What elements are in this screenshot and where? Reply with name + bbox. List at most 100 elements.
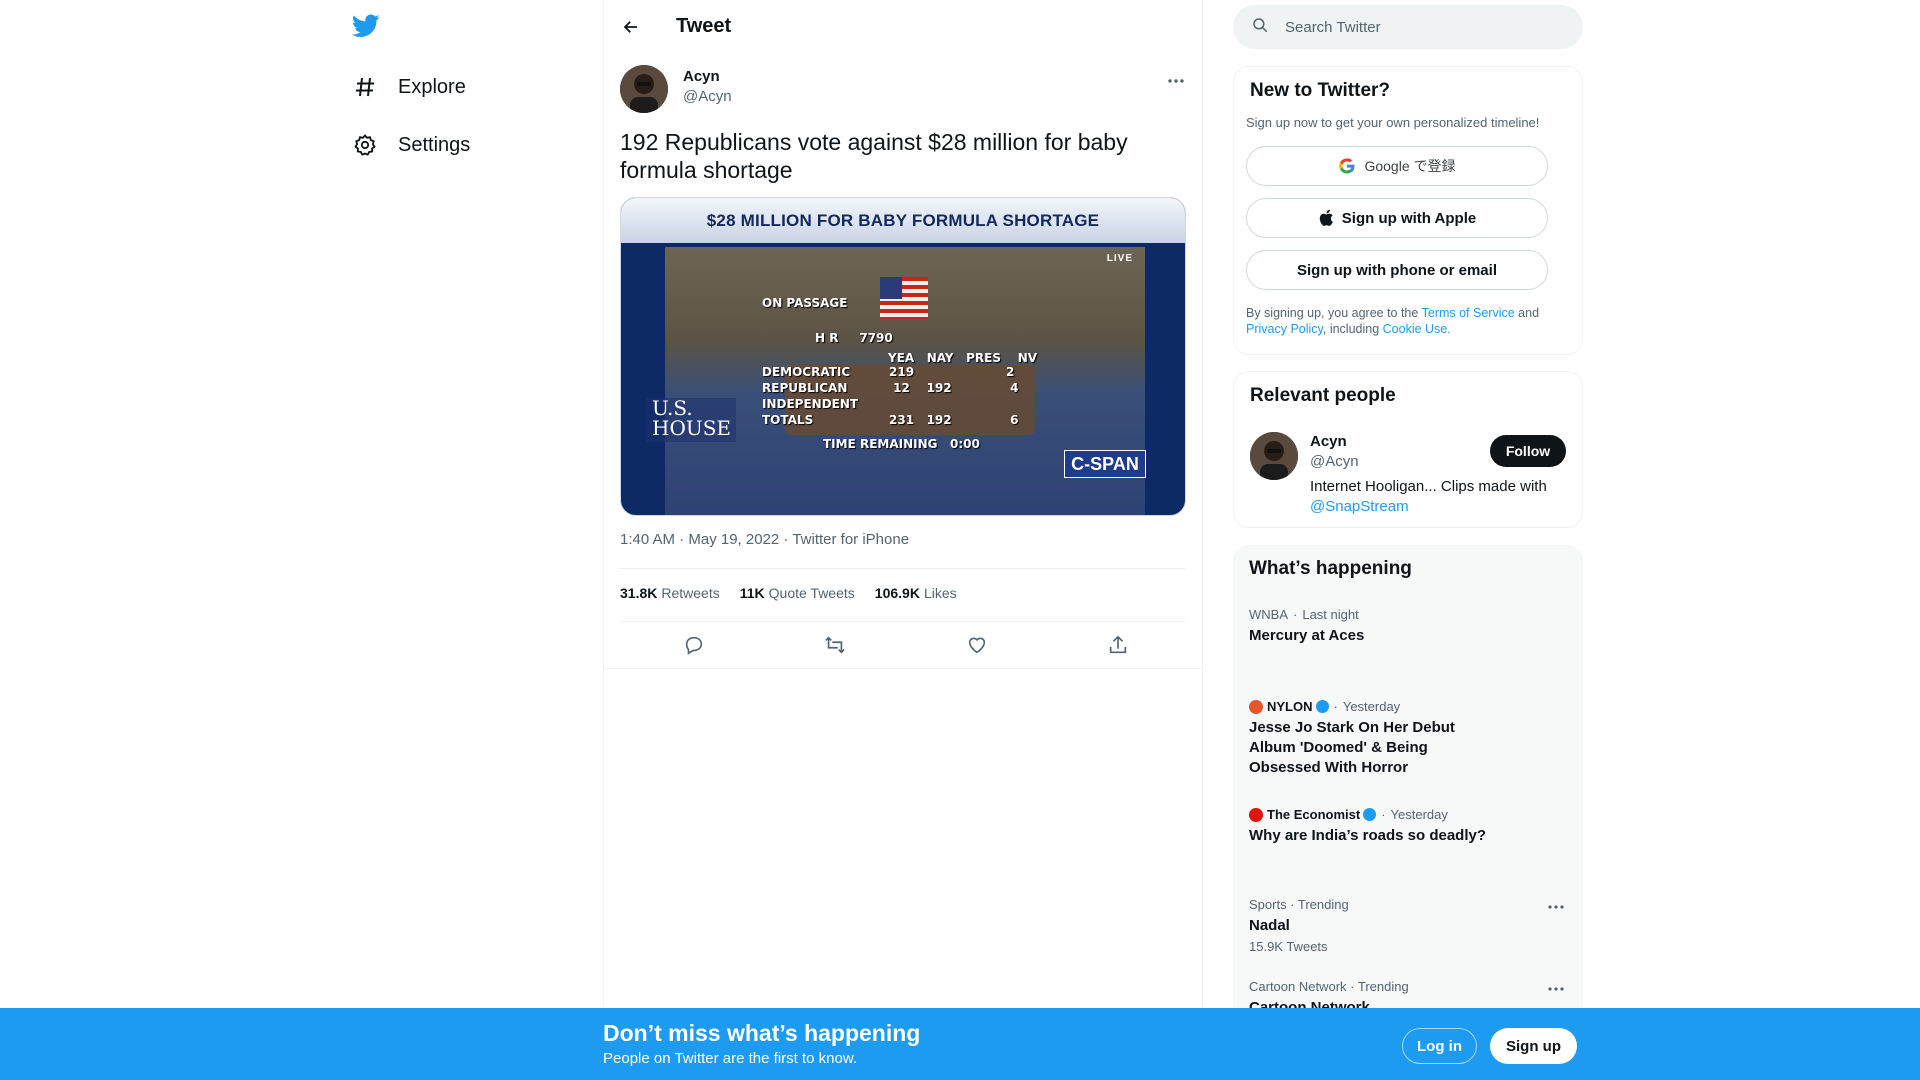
tweet-stats: 31.8K Retweets 11K Quote Tweets 106.9K Like…: [620, 585, 977, 601]
more-options-icon[interactable]: [1547, 979, 1565, 997]
trend-item[interactable]: The Economist · Yesterday Why are India’s …: [1249, 807, 1569, 846]
person-name[interactable]: Acyn: [1310, 433, 1347, 450]
google-signup-button[interactable]: Google で登録: [1246, 146, 1548, 186]
share-icon[interactable]: [1105, 632, 1131, 658]
trend-context: Sports · Trending: [1249, 897, 1349, 912]
nav-explore[interactable]: Explore: [352, 67, 466, 107]
tweet-media[interactable]: $28 MILLION FOR BABY FORMULA SHORTAGE LI…: [620, 197, 1186, 516]
row-values: 231 192 6: [889, 413, 1019, 427]
prompt-subtitle: People on Twitter are the first to know.: [603, 1050, 858, 1067]
google-icon: [1338, 157, 1356, 175]
twitter-logo-icon[interactable]: [351, 14, 382, 40]
more-options-icon[interactable]: [1547, 897, 1565, 915]
apple-icon: [1318, 209, 1334, 227]
reply-icon[interactable]: [681, 632, 707, 658]
trend-title: Nadal: [1249, 917, 1290, 934]
search-bar[interactable]: [1233, 5, 1583, 49]
bill-number: H R 7790: [815, 331, 893, 345]
cspan-logo: C-SPAN: [1064, 450, 1146, 478]
economist-logo-icon: [1249, 807, 1263, 822]
apple-signup-button[interactable]: Sign up with Apple: [1246, 198, 1548, 238]
card-title: What’s happening: [1249, 558, 1412, 579]
on-passage-label: ON PASSAGE: [762, 296, 848, 310]
search-icon: [1251, 16, 1269, 39]
verified-badge-icon: [1363, 808, 1377, 821]
author-handle[interactable]: @Acyn: [683, 88, 732, 105]
trend-time: Yesterday: [1342, 699, 1401, 714]
us-house-logo: U.S. HOUSE: [646, 398, 736, 442]
trend-meta: WNBA · Last night: [1249, 607, 1359, 622]
trend-item[interactable]: Sports · Trending Nadal 15.9K Tweets: [1249, 897, 1569, 954]
divider: [604, 668, 1202, 669]
google-button-label: Google で登録: [1364, 158, 1456, 174]
trend-item[interactable]: NYLON · Yesterday Jesse Jo Stark On Her De…: [1249, 699, 1569, 778]
terms-text: By signing up, you agree to the Terms of…: [1246, 305, 1556, 337]
trend-time: Last night: [1302, 607, 1359, 622]
trend-title: Mercury at Aces: [1249, 627, 1365, 644]
tweet-text: 192 Republicans vote against $28 million…: [620, 129, 1128, 183]
divider: [620, 621, 1186, 622]
trend-context: WNBA: [1249, 607, 1288, 622]
follow-button[interactable]: Follow: [1490, 435, 1566, 467]
tweet-column: Tweet Acyn @Acyn 192 Republicans vote ag…: [603, 0, 1203, 1080]
stat-quote-tweets[interactable]: 11K Quote Tweets: [740, 585, 855, 601]
privacy-policy-link[interactable]: Privacy Policy: [1246, 322, 1323, 336]
time-remaining: TIME REMAINING 0:00: [823, 437, 980, 451]
author-name[interactable]: Acyn: [683, 68, 720, 85]
new-to-twitter-card: New to Twitter? Sign up now to get your …: [1233, 66, 1583, 355]
stat-likes[interactable]: 106.9K Likes: [875, 585, 957, 601]
terms-pre: By signing up, you agree to the: [1246, 306, 1422, 320]
trend-meta: Cartoon Network · Trending: [1249, 979, 1569, 994]
nylon-logo-icon: [1249, 699, 1263, 714]
nav-settings-label: Settings: [398, 133, 471, 156]
trend-context: Cartoon Network · Trending: [1249, 979, 1409, 994]
cookie-use-link[interactable]: Cookie Use.: [1383, 322, 1451, 336]
row-label: REPUBLICAN: [762, 381, 848, 395]
person-handle[interactable]: @Acyn: [1310, 453, 1359, 470]
media-banner: $28 MILLION FOR BABY FORMULA SHORTAGE: [621, 198, 1185, 243]
retweet-icon[interactable]: [822, 632, 848, 658]
tweet-timestamp[interactable]: 1:40 AM · May 19, 2022 · Twitter for iPh…: [620, 531, 909, 548]
nav-settings[interactable]: Settings: [352, 125, 470, 165]
verified-badge-icon: [1315, 700, 1329, 713]
login-button[interactable]: Log in: [1402, 1028, 1477, 1064]
trend-time: Yesterday: [1390, 807, 1448, 822]
search-input[interactable]: [1285, 18, 1545, 36]
tweet-header: Tweet: [604, 0, 1202, 53]
hashtag-icon: [352, 74, 378, 100]
trend-tweet-count: 15.9K Tweets: [1249, 939, 1328, 954]
gear-icon: [352, 132, 378, 158]
row-label: TOTALS: [762, 413, 814, 427]
whats-happening-card: What’s happening WNBA · Last night Mercury…: [1233, 545, 1583, 1025]
relevant-people-card: Relevant people Acyn @Acyn Follow Intern…: [1233, 371, 1583, 528]
snapstream-link[interactable]: @SnapStream: [1310, 498, 1409, 515]
row-label: INDEPENDENT: [762, 397, 859, 411]
phone-button-label: Sign up with phone or email: [1296, 261, 1497, 279]
trend-title: Why are India’s roads so deadly?: [1249, 827, 1487, 844]
terms-of-service-link[interactable]: Terms of Service: [1422, 306, 1515, 320]
back-arrow-icon[interactable]: [620, 16, 642, 38]
vote-columns: YEA NAY PRES NV: [888, 351, 1038, 365]
divider: [620, 568, 1186, 569]
stat-retweets[interactable]: 31.8K Retweets: [620, 585, 720, 601]
row-values: 219 2: [889, 365, 1015, 379]
trend-title: Jesse Jo Stark On Her Debut Album 'Doome…: [1249, 719, 1455, 776]
row-values: 12 192 4: [889, 381, 1019, 395]
terms-including: , including: [1322, 322, 1383, 336]
phone-email-signup-button[interactable]: Sign up with phone or email: [1246, 250, 1548, 290]
prompt-title: Don’t miss what’s happening: [603, 1020, 921, 1046]
row-label: DEMOCRATIC: [762, 365, 851, 379]
like-icon[interactable]: [964, 632, 990, 658]
more-options-icon[interactable]: [1166, 71, 1186, 91]
avatar[interactable]: [620, 65, 668, 113]
avatar[interactable]: [1250, 432, 1298, 480]
trend-source: NYLON: [1267, 699, 1313, 714]
signup-prompt-bar: Don’t miss what’s happening People on Tw…: [0, 1008, 1920, 1080]
tweet-actions: [620, 632, 1186, 658]
card-title: Relevant people: [1250, 385, 1396, 406]
trend-meta: The Economist · Yesterday: [1249, 807, 1569, 822]
trend-item[interactable]: WNBA · Last night Mercury at Aces: [1249, 607, 1569, 646]
apple-button-label: Sign up with Apple: [1341, 209, 1477, 227]
person-bio: Internet Hooligan... Clips made with @Sn…: [1310, 477, 1570, 517]
signup-button[interactable]: Sign up: [1490, 1028, 1577, 1064]
